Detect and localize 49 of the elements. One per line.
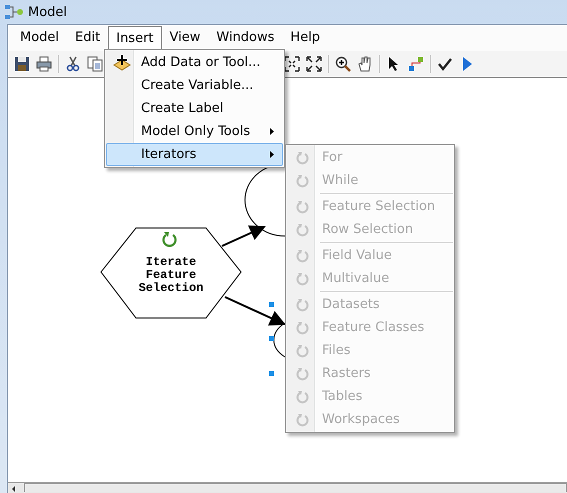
output-node[interactable] [273, 322, 286, 358]
iterator-node[interactable] [100, 228, 242, 318]
node-label: Iterate [146, 255, 196, 269]
selection-handle[interactable] [269, 371, 274, 376]
model-app-icon [4, 4, 24, 20]
iterate-icon [296, 248, 310, 262]
cut-icon[interactable] [65, 56, 81, 72]
zoom-to-fit-icon[interactable] [284, 56, 300, 72]
iterate-icon [296, 174, 310, 188]
menu-entry[interactable]: Create Variable... [106, 74, 283, 97]
iterate-icon [296, 200, 310, 214]
iterate-icon [296, 344, 310, 358]
iterate-icon [296, 412, 310, 426]
window-title: Model [28, 4, 68, 20]
menu-item[interactable]: View [162, 25, 208, 51]
connector-arrow[interactable] [224, 296, 286, 326]
selection-handle[interactable] [269, 302, 274, 307]
menu-entry[interactable]: Model Only Tools [106, 120, 283, 143]
node-label: Selection [138, 281, 204, 295]
iterate-icon [296, 366, 310, 380]
menu-entry[interactable]: Create Label [106, 97, 283, 120]
menu-item[interactable]: Edit [67, 25, 108, 51]
menu-entry[interactable]: Iterators [106, 143, 283, 166]
full-extent-icon[interactable] [306, 56, 322, 72]
submenu-arrow-icon [270, 151, 274, 158]
copy-icon[interactable] [87, 56, 103, 72]
selection-handle[interactable] [269, 336, 274, 341]
iterate-icon [296, 298, 310, 312]
iterate-icon [296, 390, 310, 404]
iterate-icon [296, 320, 310, 334]
menu-item[interactable]: Help [282, 25, 328, 51]
connector-arrow[interactable] [222, 225, 266, 247]
menu-item[interactable]: Insert [108, 26, 162, 50]
node-label: Feature [146, 268, 196, 282]
iterate-icon [296, 150, 310, 164]
pan-hand-icon[interactable] [357, 56, 373, 72]
save-icon[interactable] [14, 56, 30, 72]
zoom-in-icon[interactable] [335, 56, 351, 72]
menu-item[interactable]: Model [12, 25, 68, 51]
menu-item[interactable]: Windows [208, 25, 282, 51]
iterate-icon [162, 232, 177, 247]
print-icon[interactable] [36, 56, 52, 72]
connect-icon[interactable] [408, 56, 424, 72]
iterate-icon [296, 222, 310, 236]
iterate-icon [296, 272, 310, 286]
submenu-arrow-icon [270, 128, 274, 135]
scrollbar-thumb[interactable] [24, 483, 567, 492]
validate-check-icon[interactable] [437, 56, 453, 72]
add-data-icon [112, 54, 132, 72]
